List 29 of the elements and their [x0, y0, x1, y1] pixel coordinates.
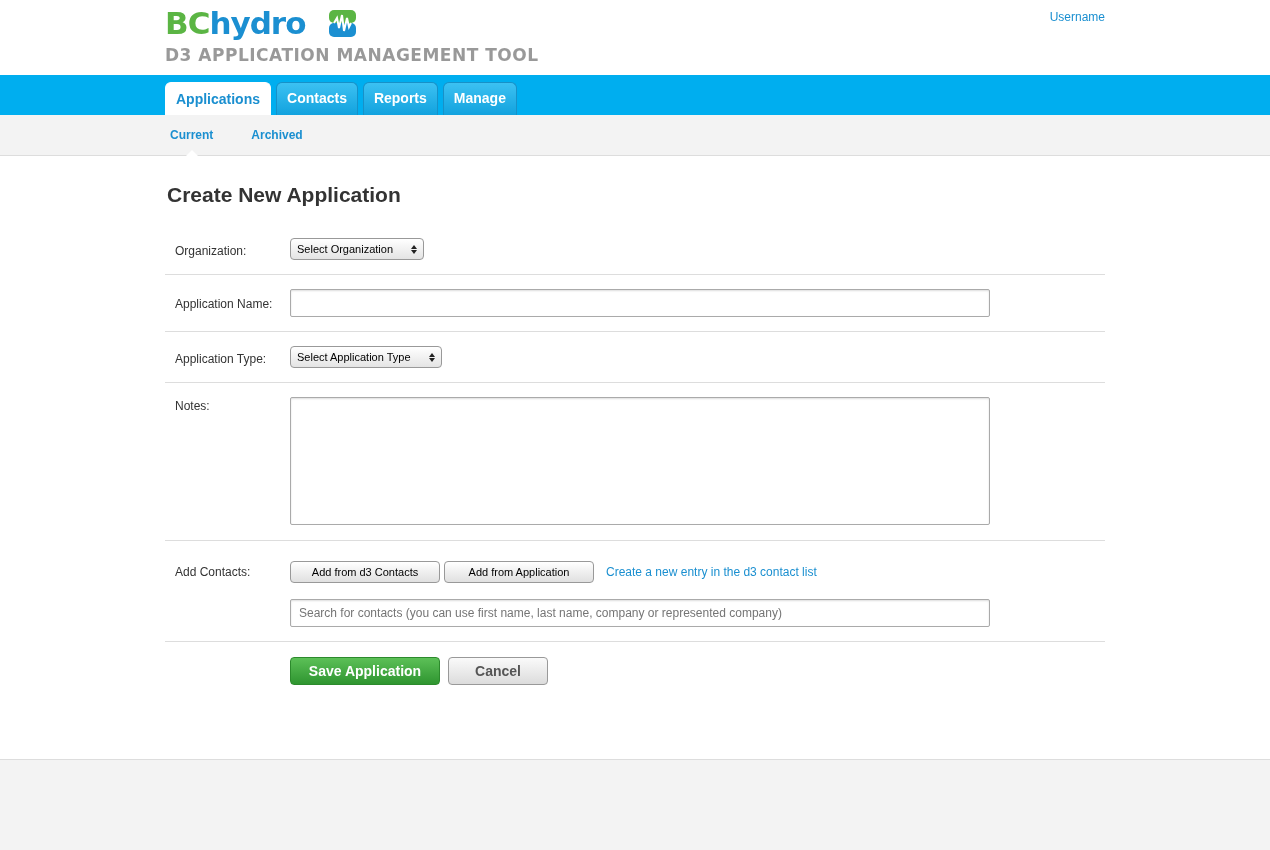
nav-tab[interactable]: Applications — [165, 82, 271, 115]
field-label: Notes: — [174, 398, 211, 416]
logo-icon — [329, 10, 357, 37]
nav-tab[interactable]: Reports — [362, 82, 438, 115]
contact-search-field[interactable]: Search for contacts (you can use first name, last name, company or represented company) — [290, 599, 990, 628]
add-contacts-button[interactable]: Add from d3 Contacts — [290, 561, 440, 584]
sort-arrows-icon — [411, 244, 417, 254]
add-contacts-button[interactable]: Add from Application — [444, 561, 594, 584]
dropdown[interactable]: Select Application Type — [290, 346, 442, 369]
save-button[interactable]: Save Application — [290, 657, 440, 686]
field-label: Application Name: — [174, 296, 274, 314]
nav-tab[interactable]: Manage — [442, 82, 517, 115]
dropdown[interactable]: Select Organization — [290, 238, 424, 261]
username-link[interactable]: Username — [1049, 10, 1105, 24]
field-label: Add Contacts: — [174, 564, 252, 582]
field-label: Organization: — [174, 243, 248, 261]
field-label: Application Type: — [174, 351, 268, 369]
sub-tab[interactable]: Current — [165, 115, 219, 155]
sort-arrows-icon — [428, 352, 435, 362]
notes-field[interactable] — [290, 397, 990, 526]
sub-tab[interactable]: Archived — [246, 115, 308, 155]
cancel-button[interactable]: Cancel — [448, 657, 548, 686]
nav-tab[interactable]: Contacts — [276, 82, 358, 115]
app-title: D3 APPLICATION MANAGEMENT TOOL — [165, 44, 539, 67]
input-field[interactable] — [290, 289, 990, 318]
create-contact-link[interactable]: Create a new entry in the d3 contact list — [606, 563, 817, 582]
logo-text: BC — [165, 8, 210, 39]
page-title: Create New Application — [167, 182, 402, 208]
logo-text: hydro — [209, 8, 306, 39]
